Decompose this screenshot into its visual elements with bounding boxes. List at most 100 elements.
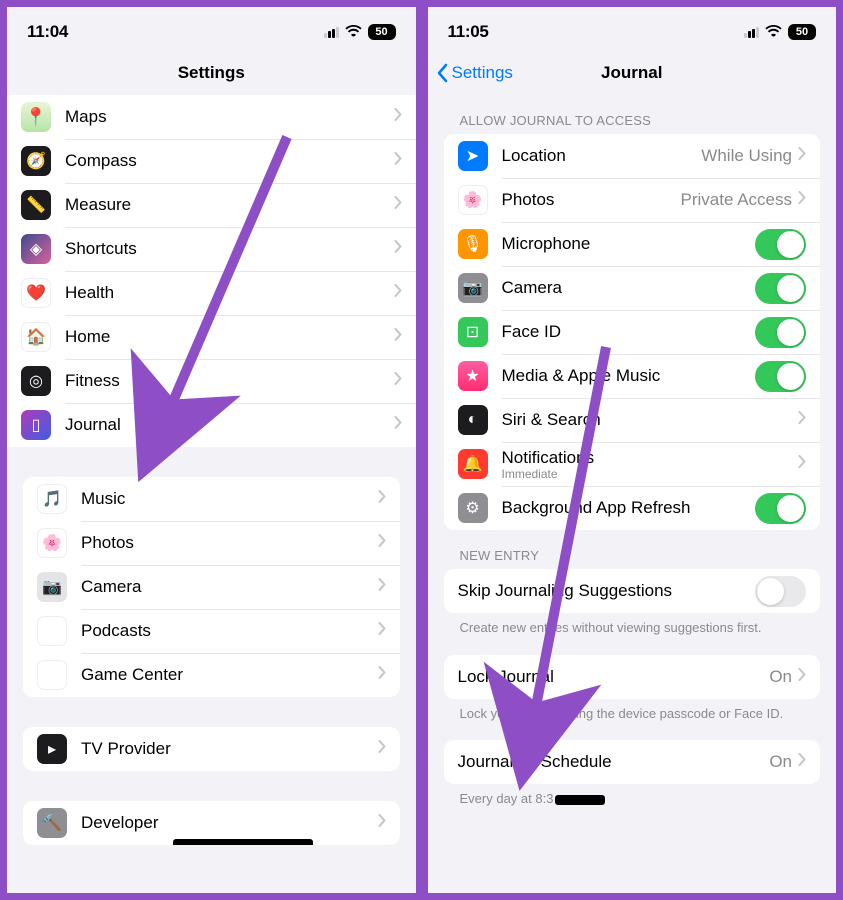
chevron-right-icon <box>378 740 386 758</box>
chevron-right-icon <box>798 455 806 473</box>
row-microphone[interactable]: 🎙Microphone <box>444 222 821 266</box>
status-bar: 11:04 50 <box>7 7 416 51</box>
measure-icon: 📏 <box>21 190 51 220</box>
journal-settings-list[interactable]: ALLOW JOURNAL TO ACCESS➤LocationWhile Us… <box>428 95 837 893</box>
redaction <box>173 839 313 845</box>
settings-row-journal[interactable]: ▯Journal <box>7 403 416 447</box>
row-label: Photos <box>81 533 378 553</box>
row-value: On <box>769 667 792 687</box>
settings-row-developer[interactable]: 🔨Developer <box>23 801 400 845</box>
settings-row-fitness[interactable]: ◎Fitness <box>7 359 416 403</box>
row-camera[interactable]: 📷 Camera <box>444 266 821 310</box>
settings-row-game-center[interactable]: ✦Game Center <box>23 653 400 697</box>
chevron-right-icon <box>798 191 806 209</box>
siri-icon: ◐ <box>458 405 488 435</box>
row-label: Camera <box>502 278 756 298</box>
cellular-signal-icon <box>744 27 759 38</box>
chevron-right-icon <box>798 147 806 165</box>
wifi-icon <box>765 24 782 41</box>
settings-screen: 11:04 50 Settings 📍 Maps 🧭 Compass 📏Measure◈… <box>4 4 419 896</box>
settings-list[interactable]: 📍 Maps 🧭 Compass 📏Measure◈Shortcuts❤️Health🏠… <box>7 95 416 893</box>
battery-icon: 50 <box>788 24 816 40</box>
media-icon: ★ <box>458 361 488 391</box>
status-indicators: 50 <box>324 24 396 41</box>
row-value: On <box>769 752 792 772</box>
toggle-switch[interactable] <box>755 273 806 304</box>
row-face-id[interactable]: ⊡ Face ID <box>444 310 821 354</box>
faceid-icon: ⊡ <box>458 317 488 347</box>
row-label: Game Center <box>81 665 378 685</box>
chevron-right-icon <box>394 108 402 126</box>
status-bar: 11:05 50 <box>428 7 837 51</box>
status-indicators: 50 <box>744 24 816 41</box>
settings-row-home[interactable]: 🏠Home <box>7 315 416 359</box>
toggle-switch[interactable] <box>755 493 806 524</box>
toggle-switch[interactable] <box>755 229 806 260</box>
settings-row-photos[interactable]: 🌸Photos <box>23 521 400 565</box>
chevron-right-icon <box>378 666 386 684</box>
chevron-right-icon <box>378 490 386 508</box>
settings-row-music[interactable]: 🎵 Music <box>23 477 400 521</box>
journal-settings-screen: 11:05 50 Settings Journal ALLOW JOURNAL … <box>425 4 840 896</box>
row-journaling-schedule[interactable]: Journaling ScheduleOn <box>444 740 821 784</box>
camera-icon: 📷 <box>458 273 488 303</box>
compass-icon: 🧭 <box>21 146 51 176</box>
settings-row-maps[interactable]: 📍 Maps <box>7 95 416 139</box>
row-label: Siri & Search <box>502 410 799 430</box>
chevron-right-icon <box>394 372 402 390</box>
settings-row-podcasts[interactable]: ◉Podcasts <box>23 609 400 653</box>
microphone-icon: 🎙 <box>458 229 488 259</box>
nav-bar: Settings <box>7 51 416 95</box>
row-label: NotificationsImmediate <box>502 448 799 481</box>
settings-row-compass[interactable]: 🧭 Compass <box>7 139 416 183</box>
status-time: 11:04 <box>27 22 68 42</box>
toggle-switch[interactable] <box>755 361 806 392</box>
row-label: Location <box>502 146 702 166</box>
cellular-signal-icon <box>324 27 339 38</box>
location-icon: ➤ <box>458 141 488 171</box>
music-icon: 🎵 <box>37 484 67 514</box>
row-label: Fitness <box>65 371 394 391</box>
row-label: Journaling Schedule <box>458 752 770 772</box>
row-photos[interactable]: 🌸PhotosPrivate Access <box>444 178 821 222</box>
footer-schedule: Every day at 8:3 <box>428 784 837 808</box>
tvprovider-icon: ▸ <box>37 734 67 764</box>
row-label: Shortcuts <box>65 239 394 259</box>
footer-lock: Lock your journal using the device passc… <box>428 699 837 723</box>
row-label: Music <box>81 489 378 509</box>
toggle-switch[interactable] <box>755 576 806 607</box>
settings-row-measure[interactable]: 📏Measure <box>7 183 416 227</box>
row-label: Face ID <box>502 322 756 342</box>
health-icon: ❤️ <box>21 278 51 308</box>
toggle-switch[interactable] <box>755 317 806 348</box>
row-skip-suggestions[interactable]: Skip Journaling Suggestions <box>444 569 821 613</box>
chevron-right-icon <box>378 814 386 832</box>
footer-skip: Create new entries without viewing sugge… <box>428 613 837 637</box>
chevron-right-icon <box>394 416 402 434</box>
chevron-right-icon <box>378 578 386 596</box>
row-value: While Using <box>701 146 792 166</box>
maps-icon: 📍 <box>21 102 51 132</box>
row-background-app-refresh[interactable]: ⚙Background App Refresh <box>444 486 821 530</box>
camera-icon: 📷 <box>37 572 67 602</box>
row-siri-search[interactable]: ◐ Siri & Search <box>444 398 821 442</box>
settings-row-camera[interactable]: 📷Camera <box>23 565 400 609</box>
row-location[interactable]: ➤ LocationWhile Using <box>444 134 821 178</box>
battery-icon: 50 <box>368 24 396 40</box>
settings-row-shortcuts[interactable]: ◈Shortcuts <box>7 227 416 271</box>
row-label: Compass <box>65 151 394 171</box>
row-media-apple-music[interactable]: ★Media & Apple Music <box>444 354 821 398</box>
chevron-right-icon <box>394 152 402 170</box>
row-label: Podcasts <box>81 621 378 641</box>
row-label: Maps <box>65 107 394 127</box>
settings-row-health[interactable]: ❤️Health <box>7 271 416 315</box>
refresh-icon: ⚙ <box>458 493 488 523</box>
settings-row-tv-provider[interactable]: ▸TV Provider <box>23 727 400 771</box>
section-header-newentry: NEW ENTRY <box>428 530 837 569</box>
row-notifications[interactable]: 🔔 NotificationsImmediate <box>444 442 821 486</box>
page-title: Settings <box>178 63 245 83</box>
back-button[interactable]: Settings <box>436 63 513 83</box>
chevron-right-icon <box>394 240 402 258</box>
row-lock-journal[interactable]: Lock JournalOn <box>444 655 821 699</box>
notifications-icon: 🔔 <box>458 449 488 479</box>
